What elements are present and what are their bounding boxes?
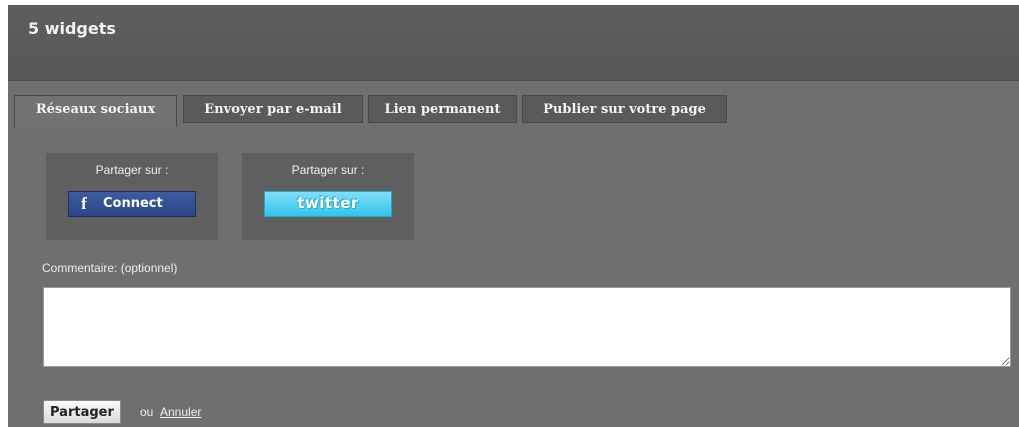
facebook-icon: f [81,194,87,213]
facebook-connect-button[interactable]: f Connect [68,191,196,217]
twitter-share-box: Partager sur : twitter [242,153,414,240]
facebook-connect-label: Connect [103,196,163,211]
widget-header: 5 widgets [8,5,1019,81]
comment-label: Commentaire: (optionnel) [42,261,178,275]
or-separator-text: ou [140,405,154,419]
facebook-share-label: Partager sur : [95,163,169,177]
comment-textarea[interactable] [43,287,1011,367]
share-submit-button[interactable]: Partager [43,400,121,424]
twitter-logo: twitter [297,194,359,212]
tab-envoyer-par-email[interactable]: Envoyer par e-mail [183,95,363,123]
tab-lien-permanent[interactable]: Lien permanent [368,95,517,123]
twitter-share-label: Partager sur : [291,163,365,177]
widget-title: 5 widgets [28,19,116,38]
cancel-link[interactable]: Annuler [160,405,201,419]
tab-reseaux-sociaux[interactable]: Réseaux sociaux [14,95,177,127]
share-widget-panel: 5 widgets Réseaux sociaux Envoyer par e-… [8,5,1019,427]
tab-publier-sur-votre-page[interactable]: Publier sur votre page [522,95,727,123]
twitter-share-button[interactable]: twitter [264,191,392,217]
facebook-share-box: Partager sur : f Connect [46,153,218,240]
